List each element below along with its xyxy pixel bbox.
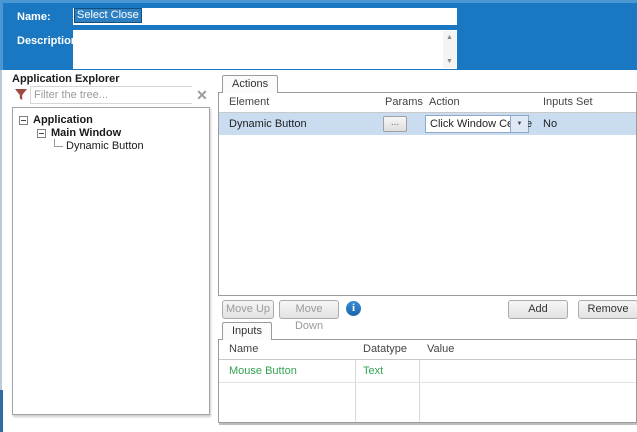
col-element: Element: [229, 96, 269, 108]
action-dropdown[interactable]: Click Window Centre ▼: [425, 115, 529, 133]
move-up-button[interactable]: Move Up: [222, 300, 274, 319]
remove-button[interactable]: Remove: [578, 300, 637, 319]
description-textarea[interactable]: ▲ ▼: [73, 30, 457, 69]
inputs-table-header: Name Datatype Value: [219, 340, 636, 360]
description-scrollbar[interactable]: ▲ ▼: [443, 31, 456, 68]
scroll-up-icon[interactable]: ▲: [443, 32, 456, 43]
tree-item-dynamic-button[interactable]: Dynamic Button: [66, 140, 144, 153]
window-left-edge-bottom: [0, 390, 3, 432]
filter-funnel-icon: [15, 89, 27, 101]
col-params: Params: [385, 96, 423, 108]
input-row-name: Mouse Button: [229, 365, 297, 377]
col-action: Action: [429, 96, 460, 108]
tab-inputs[interactable]: Inputs: [222, 322, 272, 340]
header-bar: Name: Select Close Description: ▲ ▼: [0, 0, 637, 70]
tab-actions[interactable]: Actions: [222, 75, 278, 93]
application-tree[interactable]: Application Main Window Dynamic Button: [12, 107, 210, 415]
name-label: Name:: [17, 11, 51, 23]
description-label: Description:: [17, 35, 81, 47]
actions-table-header: Element Params Action Inputs Set: [219, 93, 636, 113]
col-value: Value: [427, 343, 454, 355]
scroll-down-icon[interactable]: ▼: [443, 56, 456, 67]
info-icon: i: [346, 301, 361, 316]
collapse-icon[interactable]: [37, 129, 46, 138]
clear-filter-icon[interactable]: ✕: [194, 86, 210, 104]
input-row-datatype: Text: [363, 365, 383, 377]
params-button[interactable]: ...: [383, 116, 407, 132]
tree-item-application[interactable]: Application: [33, 114, 93, 127]
action-row-element: Dynamic Button: [229, 118, 307, 130]
inputs-table: Name Datatype Value Mouse Button Text: [218, 339, 637, 423]
input-row[interactable]: Mouse Button Text: [219, 360, 636, 383]
application-explorer-title: Application Explorer: [12, 73, 120, 85]
add-button[interactable]: Add: [508, 300, 568, 319]
action-properties-window: Name: Select Close Description: ▲ ▼ Appl…: [0, 0, 637, 432]
filter-input[interactable]: [30, 86, 192, 104]
action-row[interactable]: Dynamic Button ... Click Window Centre ▼…: [219, 113, 636, 135]
col-inputs-set: Inputs Set: [543, 96, 593, 108]
name-input-selected-text: Select Close: [75, 9, 141, 22]
action-row-inputs-set: No: [543, 118, 557, 130]
move-down-button[interactable]: Move Down: [279, 300, 339, 319]
dropdown-arrow-icon[interactable]: ▼: [510, 116, 528, 132]
tree-filter: ✕: [12, 86, 210, 104]
tree-connector: [54, 139, 63, 147]
actions-table: Element Params Action Inputs Set Dynamic…: [218, 92, 637, 296]
name-input[interactable]: Select Close: [73, 8, 457, 25]
col-name: Name: [229, 343, 258, 355]
window-left-edge: [0, 70, 2, 390]
col-datatype: Datatype: [363, 343, 407, 355]
collapse-icon[interactable]: [19, 116, 28, 125]
